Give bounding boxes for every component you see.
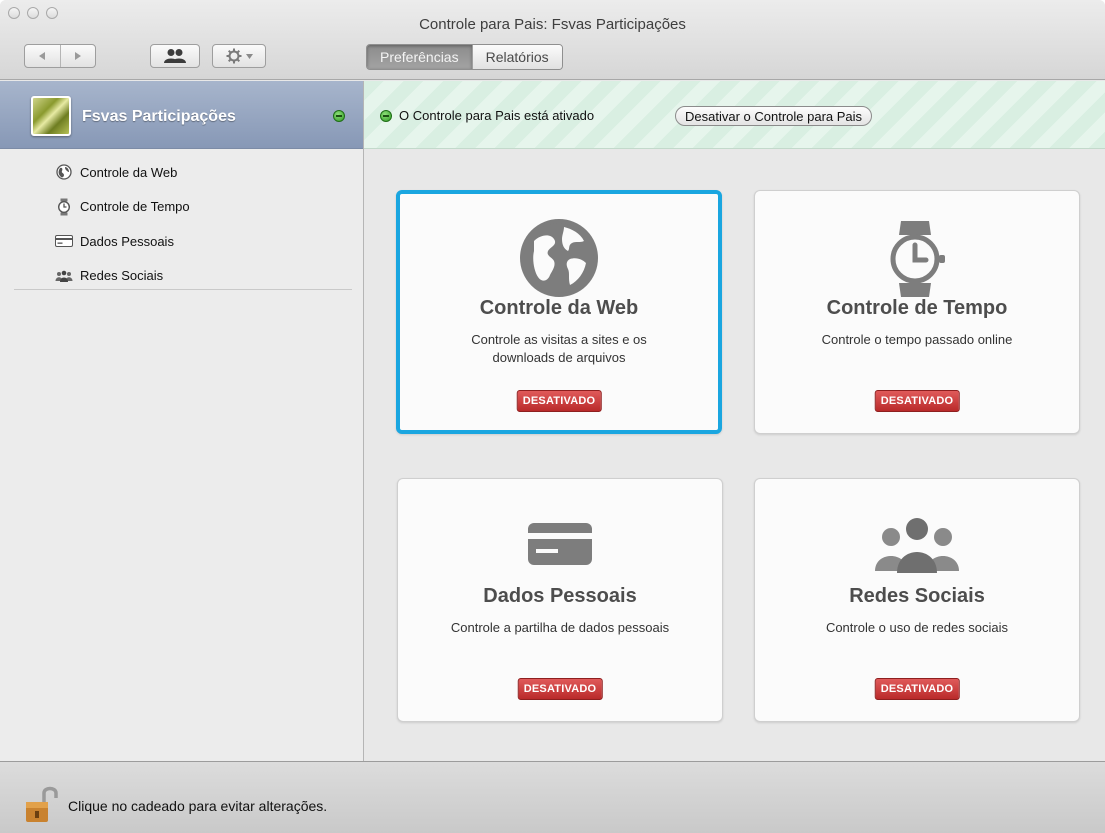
view-tabs: Preferências Relatórios — [366, 44, 563, 70]
card-icon — [398, 507, 722, 583]
disable-parental-control-button[interactable]: Desativar o Controle para Pais — [675, 106, 873, 126]
card-title: Dados Pessoais — [483, 585, 637, 607]
status-badge[interactable]: DESATIVADO — [516, 390, 602, 412]
tab-relatorios[interactable]: Relatórios — [471, 45, 562, 69]
sidebar-item-controle-da-web[interactable]: Controle da Web — [0, 155, 363, 190]
status-text: O Controle para Pais está ativado — [399, 108, 595, 123]
card-description: Controle a partilha de dados pessoais — [450, 620, 670, 635]
user-name: Fsvas Participações — [82, 108, 236, 125]
triangle-right-icon — [74, 52, 81, 60]
sidebar-list: Controle da Web Controle de Tempo Dados … — [0, 155, 363, 293]
sidebar-item-redes-sociais[interactable]: Redes Sociais — [0, 259, 363, 294]
status-banner: O Controle para Pais está ativado Desati… — [364, 81, 1105, 149]
main-content: Controle da Web Controle as visitas a si… — [364, 150, 1105, 761]
card-description: Controle o tempo passado online — [821, 332, 1013, 347]
card-description: Controle as visitas a sites e os downloa… — [471, 332, 647, 365]
status-enabled-icon — [380, 110, 392, 122]
chevron-down-icon — [245, 53, 253, 59]
tab-preferencias[interactable]: Preferências — [367, 45, 472, 69]
bottom-bar: Clique no cadeado para evitar alterações… — [0, 761, 1105, 833]
gear-icon — [226, 48, 241, 64]
status-badge[interactable]: DESATIVADO — [517, 678, 603, 700]
sidebar-item-label: Controle de Tempo — [80, 199, 190, 215]
sidebar-item-label: Redes Sociais — [80, 268, 164, 284]
card-controle-da-web[interactable]: Controle da Web Controle as visitas a si… — [396, 190, 722, 434]
avatar — [31, 96, 71, 136]
watch-icon — [55, 198, 73, 216]
globe-icon — [400, 219, 718, 297]
users-icon — [164, 49, 186, 63]
toolbar: Controle para Pais: Fsvas Participações — [0, 0, 1105, 80]
card-dados-pessoais[interactable]: Dados Pessoais Controle a partilha de da… — [397, 478, 723, 722]
card-icon — [55, 235, 73, 248]
padlock-open-icon[interactable] — [24, 784, 60, 829]
card-title: Controle da Web — [479, 297, 639, 319]
sidebar-user-row[interactable]: Fsvas Participações — [0, 81, 363, 149]
card-controle-de-tempo[interactable]: Controle de Tempo Controle o tempo passa… — [754, 190, 1080, 434]
status-badge[interactable]: DESATIVADO — [874, 390, 960, 412]
sidebar-divider — [14, 289, 352, 290]
back-forward-control — [24, 44, 96, 68]
card-title: Redes Sociais — [849, 585, 985, 607]
back-button[interactable] — [25, 45, 60, 67]
status-enabled-icon — [333, 110, 345, 122]
status-badge[interactable]: DESATIVADO — [874, 678, 960, 700]
triangle-left-icon — [39, 52, 46, 60]
sidebar: Fsvas Participações Controle da Web Cont… — [0, 81, 364, 761]
sidebar-item-label: Dados Pessoais — [80, 233, 174, 249]
people-icon — [755, 507, 1079, 583]
sidebar-item-label: Controle da Web — [80, 164, 178, 180]
card-title: Controle de Tempo — [826, 297, 1008, 319]
lock-hint-text: Clique no cadeado para evitar alterações… — [68, 798, 328, 814]
card-description: Controle o uso de redes sociais — [825, 620, 1009, 635]
settings-menu-button[interactable] — [212, 44, 266, 68]
sidebar-item-controle-de-tempo[interactable]: Controle de Tempo — [0, 190, 363, 225]
window-title: Controle para Pais: Fsvas Participações — [419, 16, 686, 33]
app-window: Controle para Pais: Fsvas Participações — [0, 0, 1105, 833]
people-icon — [55, 270, 73, 282]
card-redes-sociais[interactable]: Redes Sociais Controle o uso de redes so… — [754, 478, 1080, 722]
sidebar-item-dados-pessoais[interactable]: Dados Pessoais — [0, 224, 363, 259]
watch-icon — [755, 219, 1079, 297]
globe-icon — [55, 164, 73, 180]
users-button[interactable] — [150, 44, 200, 68]
forward-button[interactable] — [59, 45, 95, 67]
